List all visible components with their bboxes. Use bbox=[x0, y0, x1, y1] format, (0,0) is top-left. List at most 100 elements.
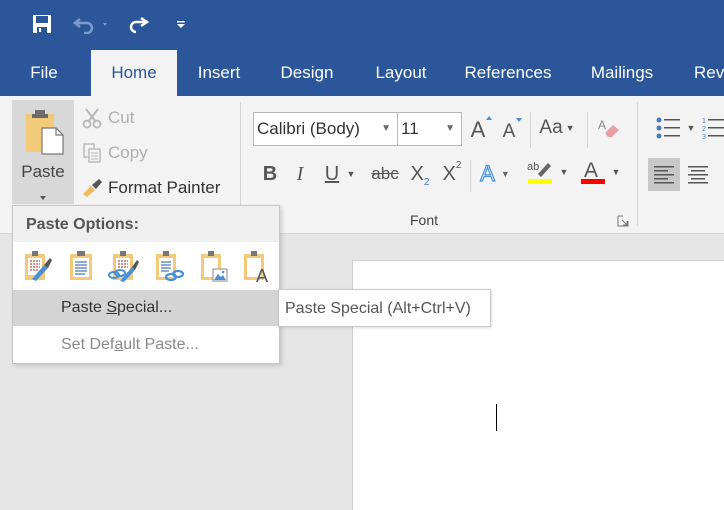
subscript-button[interactable]: X2 bbox=[406, 160, 434, 189]
bullets-button[interactable]: ▼ bbox=[650, 114, 700, 142]
numbering-icon: 1 2 3 bbox=[702, 118, 724, 140]
numbering-button[interactable]: 1 2 3 bbox=[702, 114, 724, 142]
change-case-button[interactable]: Aa ▼ bbox=[536, 114, 578, 142]
scissors-icon bbox=[82, 108, 102, 129]
tab-home[interactable]: Home bbox=[91, 50, 177, 96]
grow-font-button[interactable]: A bbox=[466, 116, 492, 144]
tab-review[interactable]: Revi bbox=[686, 50, 724, 96]
set-default-paste-item[interactable]: Set Default Paste... bbox=[13, 327, 279, 363]
svg-text:A: A bbox=[256, 266, 268, 283]
undo-icon bbox=[72, 18, 107, 34]
underline-dropdown[interactable]: ▼ bbox=[345, 160, 357, 188]
align-center-icon bbox=[688, 165, 708, 183]
group-separator bbox=[637, 102, 638, 226]
svg-text:A: A bbox=[598, 118, 606, 132]
clear-formatting-button[interactable]: A bbox=[595, 114, 623, 142]
superscript-button[interactable]: X2 bbox=[438, 160, 466, 188]
font-color-icon: A bbox=[580, 159, 605, 184]
separator bbox=[587, 112, 588, 148]
paste-option-text-only[interactable]: A bbox=[239, 248, 273, 284]
chevron-down-icon: ▼ bbox=[611, 167, 621, 177]
chevron-down-icon: ▼ bbox=[565, 123, 575, 133]
copy-button[interactable]: Copy bbox=[80, 137, 148, 169]
font-name-combo[interactable]: Calibri (Body) ▼ bbox=[253, 112, 398, 146]
font-dialog-launcher[interactable] bbox=[617, 214, 629, 227]
tab-mailings[interactable]: Mailings bbox=[580, 50, 664, 96]
keep-source-formatting-icon bbox=[25, 251, 52, 281]
ribbon-tabs: File Home Insert Design Layout Reference… bbox=[0, 50, 724, 96]
save-icon bbox=[33, 15, 51, 33]
align-center-button[interactable] bbox=[684, 158, 712, 191]
chevron-down-icon[interactable]: ▼ bbox=[445, 113, 455, 145]
set-default-label: Set Def bbox=[61, 336, 115, 353]
highlighter-icon: ab bbox=[527, 161, 552, 184]
svg-text:1: 1 bbox=[702, 118, 706, 125]
font-color-button[interactable]: A ▼ bbox=[576, 158, 624, 186]
paste-special-accelerator: S bbox=[106, 299, 118, 316]
set-default-accelerator: a bbox=[114, 336, 124, 353]
save-button[interactable] bbox=[28, 10, 56, 38]
font-size-value: 11 bbox=[401, 119, 419, 138]
keep-text-only-icon: A bbox=[244, 251, 268, 283]
paste-option-link-merge[interactable] bbox=[151, 248, 185, 284]
separator bbox=[530, 112, 531, 148]
paste-options-header: Paste Options: bbox=[13, 206, 279, 242]
clear-formatting-icon: A bbox=[598, 118, 619, 137]
customize-qat-icon bbox=[177, 21, 185, 28]
italic-button[interactable]: I bbox=[289, 160, 311, 188]
font-group-label: Font bbox=[410, 212, 439, 228]
format-painter-button[interactable]: Format Painter bbox=[80, 172, 220, 204]
paste-special-tooltip: Paste Special (Alt+Ctrl+V) bbox=[278, 289, 491, 327]
paste-picture-icon bbox=[201, 251, 228, 282]
chevron-down-icon: ▼ bbox=[686, 123, 696, 133]
font-size-combo[interactable]: 11 ▼ bbox=[397, 112, 462, 146]
customize-qat-button[interactable] bbox=[172, 10, 190, 38]
format-painter-label: Format Painter bbox=[108, 178, 221, 197]
align-right-button[interactable] bbox=[716, 158, 724, 191]
cut-label: Cut bbox=[108, 108, 135, 127]
shrink-font-icon: A bbox=[502, 121, 516, 142]
text-highlight-button[interactable]: ab ▼ bbox=[522, 158, 572, 186]
paste-option-link-keep-source[interactable] bbox=[107, 248, 141, 284]
copy-icon bbox=[83, 143, 101, 163]
link-merge-icon bbox=[156, 251, 184, 282]
paste-button[interactable]: Paste bbox=[12, 100, 74, 204]
undo-button[interactable] bbox=[72, 10, 116, 38]
cut-button[interactable]: Cut bbox=[80, 102, 134, 134]
shrink-font-button[interactable]: A bbox=[498, 118, 522, 146]
paste-option-keep-source[interactable] bbox=[21, 248, 55, 284]
svg-text:3: 3 bbox=[702, 134, 706, 140]
subscript-icon: X bbox=[410, 162, 424, 185]
tab-layout[interactable]: Layout bbox=[364, 50, 438, 96]
tab-design[interactable]: Design bbox=[270, 50, 344, 96]
paste-option-merge[interactable] bbox=[64, 248, 98, 284]
chevron-down-icon: ▼ bbox=[559, 167, 569, 177]
paste-options-menu: Paste Options: A Paste Special... Set De… bbox=[12, 205, 280, 364]
chevron-down-icon: ▼ bbox=[346, 169, 356, 179]
align-left-button[interactable] bbox=[648, 158, 680, 191]
clipboard-paste-icon bbox=[26, 110, 64, 155]
chevron-down-icon: ▼ bbox=[500, 169, 510, 179]
tab-insert[interactable]: Insert bbox=[186, 50, 252, 96]
change-case-icon: Aa bbox=[539, 117, 563, 138]
redo-button[interactable] bbox=[124, 10, 152, 38]
bold-button[interactable]: B bbox=[259, 160, 281, 188]
tab-references[interactable]: References bbox=[458, 50, 558, 96]
highlight-text: ab bbox=[527, 161, 539, 173]
text-effects-icon: A bbox=[480, 160, 496, 186]
strikethrough-button[interactable]: abc bbox=[369, 160, 401, 188]
paste-dropdown-arrow[interactable] bbox=[39, 188, 47, 200]
tab-file[interactable]: File bbox=[14, 50, 74, 96]
format-painter-icon bbox=[83, 179, 102, 197]
paste-special-item[interactable]: Paste Special... bbox=[13, 290, 279, 326]
triangle-up-icon bbox=[486, 116, 492, 120]
paste-option-picture[interactable] bbox=[196, 248, 230, 284]
redo-icon bbox=[129, 16, 150, 34]
font-name-value: Calibri (Body) bbox=[257, 119, 360, 138]
copy-label: Copy bbox=[108, 143, 148, 162]
chevron-down-icon[interactable]: ▼ bbox=[381, 113, 391, 145]
paste-special-label: Paste bbox=[61, 299, 107, 316]
underline-button[interactable]: U bbox=[321, 160, 343, 188]
text-effects-button[interactable]: A ▼ bbox=[476, 160, 514, 188]
triangle-down-icon bbox=[516, 118, 522, 122]
